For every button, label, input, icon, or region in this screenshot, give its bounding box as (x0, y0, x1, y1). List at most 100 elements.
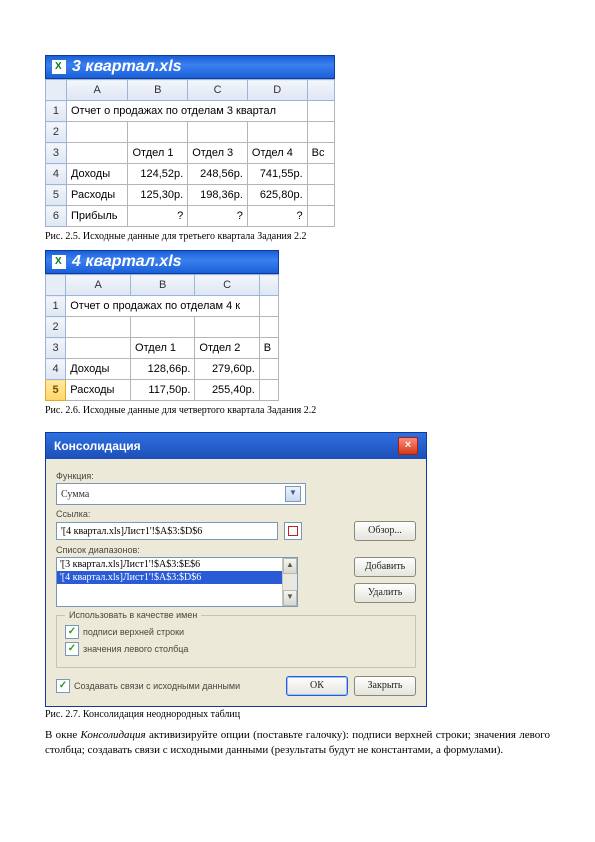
ok-button[interactable]: ОК (286, 676, 348, 696)
figure-caption-1: Рис. 2.5. Исходные данные для третьего к… (45, 231, 550, 242)
cell[interactable]: 279,60р. (195, 359, 259, 380)
figure-caption-2: Рис. 2.6. Исходные данные для четвертого… (45, 405, 550, 416)
cell[interactable]: 124,52р. (128, 164, 188, 185)
cell[interactable]: 198,36р. (188, 185, 248, 206)
add-button[interactable]: Добавить (354, 557, 416, 577)
cell[interactable] (307, 164, 334, 185)
col-B[interactable]: B (131, 275, 195, 296)
col-B[interactable]: B (128, 80, 188, 101)
dialog-titlebar[interactable]: Консолидация × (46, 433, 426, 459)
rowhead-3[interactable]: 3 (46, 338, 66, 359)
left-col-checkbox[interactable]: ✓ значения левого столбца (65, 642, 407, 656)
cell[interactable]: 248,56р. (188, 164, 248, 185)
rowhead-4[interactable]: 4 (46, 164, 67, 185)
create-links-checkbox[interactable]: ✓ Создавать связи с исходными данными (56, 679, 240, 693)
cell[interactable]: Отдел 2 (195, 338, 259, 359)
rowhead-3[interactable]: 3 (46, 143, 67, 164)
close-button[interactable]: Закрыть (354, 676, 416, 696)
list-item[interactable]: '[4 квартал.xls]Лист1'!$A$3:$D$6 (57, 571, 282, 584)
rowhead-6[interactable]: 6 (46, 206, 67, 227)
checkbox-icon: ✓ (56, 679, 70, 693)
table-row: 5 Расходы 125,30р. 198,36р. 625,80р. (46, 185, 335, 206)
cell[interactable] (307, 122, 334, 143)
cell[interactable] (131, 317, 195, 338)
checkbox-label: подписи верхней строки (83, 627, 184, 637)
cell[interactable]: 128,66р. (131, 359, 195, 380)
cell[interactable]: Отчет о продажах по отделам 4 к (66, 296, 260, 317)
list-item[interactable]: '[3 квартал.xls]Лист1'!$A$3:$E$6 (57, 558, 282, 571)
cell[interactable]: ? (247, 206, 307, 227)
close-icon[interactable]: × (398, 437, 418, 455)
rowhead-1[interactable]: 1 (46, 296, 66, 317)
delete-button[interactable]: Удалить (354, 583, 416, 603)
col-C[interactable]: C (188, 80, 248, 101)
excel-icon (52, 255, 66, 269)
col-D[interactable]: D (247, 80, 307, 101)
window-title: 3 квартал.xls (72, 58, 182, 76)
cell[interactable] (188, 122, 248, 143)
cell[interactable] (259, 317, 278, 338)
cell[interactable]: Расходы (66, 185, 127, 206)
cell[interactable] (259, 296, 278, 317)
cell[interactable]: Доходы (66, 164, 127, 185)
cell[interactable] (307, 185, 334, 206)
cell[interactable]: Доходы (66, 359, 131, 380)
cell[interactable]: Отдел 1 (128, 143, 188, 164)
scroll-down-icon[interactable]: ▼ (283, 590, 297, 606)
cell[interactable]: 117,50р. (131, 380, 195, 401)
cell[interactable]: 741,55р. (247, 164, 307, 185)
cell[interactable] (247, 122, 307, 143)
rowhead-5[interactable]: 5 (46, 380, 66, 401)
top-row-checkbox[interactable]: ✓ подписи верхней строки (65, 625, 407, 639)
cell[interactable] (307, 101, 334, 122)
cell[interactable]: Прибыль (66, 206, 127, 227)
cell[interactable]: Отдел 1 (131, 338, 195, 359)
cell[interactable]: ? (128, 206, 188, 227)
cell[interactable]: Отчет о продажах по отделам 3 квартал (66, 101, 307, 122)
cell[interactable] (307, 206, 334, 227)
cell[interactable]: Отдел 4 (247, 143, 307, 164)
cell[interactable] (259, 380, 278, 401)
rowhead-4[interactable]: 4 (46, 359, 66, 380)
browse-button[interactable]: Обзор... (354, 521, 416, 541)
function-select[interactable]: Сумма ▼ (56, 483, 306, 505)
cell[interactable] (66, 143, 127, 164)
table-row: 3 Отдел 1 Отдел 2 В (46, 338, 279, 359)
cell[interactable] (259, 359, 278, 380)
chevron-down-icon[interactable]: ▼ (285, 486, 301, 502)
col-A[interactable]: A (66, 275, 131, 296)
cell[interactable]: 125,30р. (128, 185, 188, 206)
cell[interactable]: 625,80р. (247, 185, 307, 206)
scrollbar[interactable]: ▲ ▼ (282, 558, 297, 606)
cell[interactable]: В (259, 338, 278, 359)
cell[interactable] (66, 338, 131, 359)
window-titlebar-fig1: 3 квартал.xls (45, 55, 335, 79)
select-all-corner[interactable] (46, 275, 66, 296)
col-D[interactable] (259, 275, 278, 296)
cell[interactable]: Отдел 3 (188, 143, 248, 164)
rowhead-1[interactable]: 1 (46, 101, 67, 122)
window-title: 4 квартал.xls (72, 253, 182, 271)
cell[interactable] (128, 122, 188, 143)
cell[interactable] (195, 317, 259, 338)
select-all-corner[interactable] (46, 80, 67, 101)
reference-input[interactable] (56, 522, 278, 540)
cell[interactable]: ? (188, 206, 248, 227)
cell[interactable]: Расходы (66, 380, 131, 401)
rowhead-2[interactable]: 2 (46, 122, 67, 143)
col-A[interactable]: A (66, 80, 127, 101)
col-E[interactable] (307, 80, 334, 101)
cell[interactable]: 255,40р. (195, 380, 259, 401)
range-picker-icon[interactable] (284, 522, 302, 540)
cell[interactable] (66, 122, 127, 143)
checkbox-label: Создавать связи с исходными данными (74, 681, 240, 691)
rowhead-5[interactable]: 5 (46, 185, 67, 206)
col-C[interactable]: C (195, 275, 259, 296)
range-listbox[interactable]: '[3 квартал.xls]Лист1'!$A$3:$E$6 '[4 ква… (56, 557, 298, 607)
rowhead-2[interactable]: 2 (46, 317, 66, 338)
scroll-up-icon[interactable]: ▲ (283, 558, 297, 574)
window-titlebar-fig2: 4 квартал.xls (45, 250, 279, 274)
group-legend: Использовать в качестве имен (65, 610, 201, 620)
cell[interactable]: Вс (307, 143, 334, 164)
cell[interactable] (66, 317, 131, 338)
